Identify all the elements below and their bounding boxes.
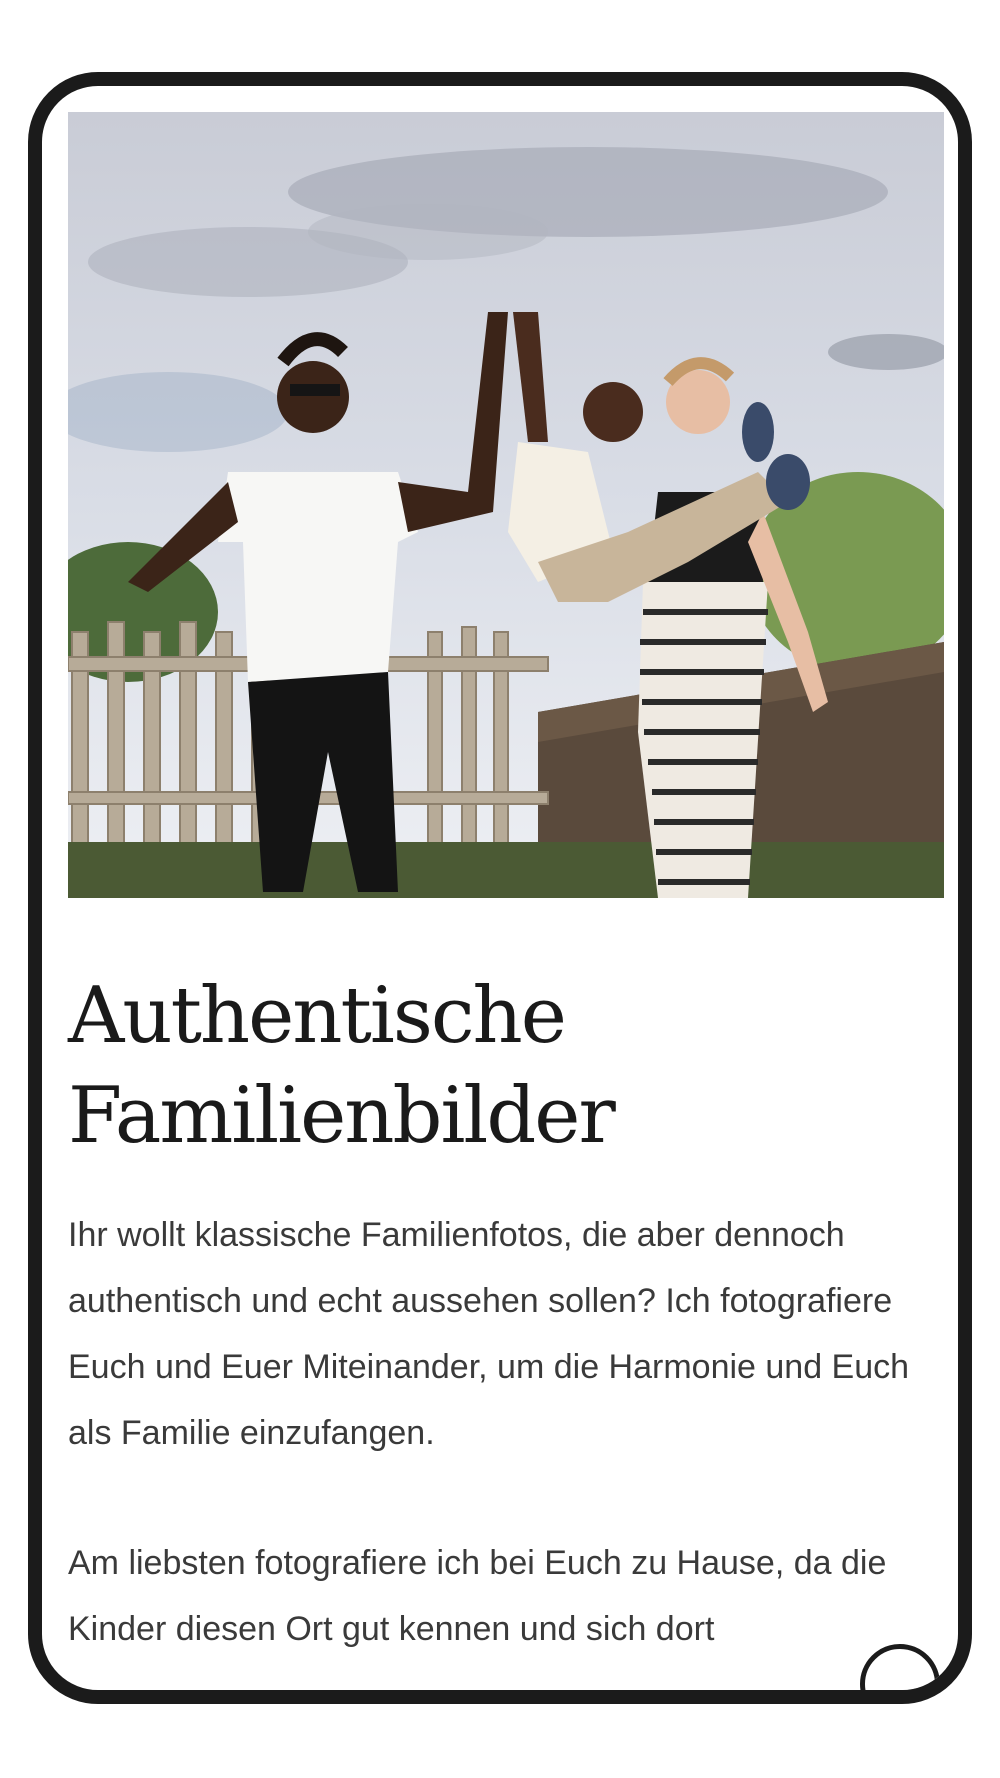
paragraph-1: Ihr wollt klassische Familienfotos, die … — [68, 1216, 910, 1452]
phone-frame: Authentische Familienbilder Ihr wollt kl… — [28, 72, 972, 1704]
family-photo-illustration — [68, 112, 944, 898]
screen: Authentische Familienbilder Ihr wollt kl… — [42, 86, 958, 1690]
section-body: Ihr wollt klassische Familienfotos, die … — [68, 1202, 948, 1690]
paragraph-2: Am liebsten fotografiere ich bei Euch zu… — [68, 1544, 887, 1648]
section-title-line1: Authentische — [68, 971, 567, 1061]
hero-image — [68, 112, 944, 898]
section-title-line2: Familienbilder — [68, 1071, 616, 1161]
section-title: Authentische Familienbilder — [68, 966, 888, 1166]
